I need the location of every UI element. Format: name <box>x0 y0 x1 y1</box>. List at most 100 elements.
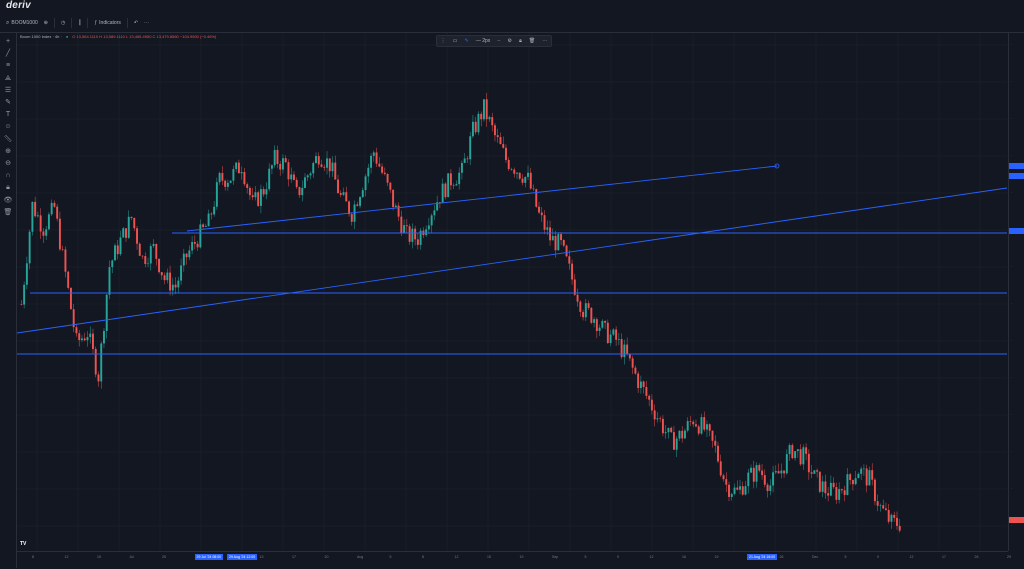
interval-button[interactable]: ◷ <box>61 16 65 30</box>
time-tick: 19 <box>519 555 524 559</box>
candle <box>780 470 783 474</box>
candle <box>766 484 769 492</box>
candle <box>408 226 411 242</box>
fib-icon[interactable]: ≡ <box>3 61 13 71</box>
candle <box>730 493 733 497</box>
trash-icon[interactable]: 🗑︎ <box>529 38 535 44</box>
crosshair-icon[interactable]: + <box>3 37 13 47</box>
candle <box>229 180 232 183</box>
time-axis[interactable]: 8 12 15 Jul 25 29 Jul '24 08:00 29 Aug '24 12:… <box>17 551 1011 569</box>
candle <box>667 427 670 433</box>
candle <box>516 172 518 174</box>
trash-icon[interactable]: 🗑︎ <box>3 208 13 218</box>
candle <box>293 174 295 180</box>
candle <box>136 228 138 244</box>
emoji-icon[interactable]: ☺ <box>3 122 13 132</box>
brush-icon[interactable]: ✎ <box>3 98 13 108</box>
pattern-icon[interactable]: ⟁ <box>3 74 13 84</box>
chart-type-button[interactable]: ┃ <box>78 16 81 30</box>
text-icon[interactable]: T <box>3 110 13 120</box>
candle <box>425 229 428 236</box>
time-tick: 20 <box>324 555 329 559</box>
candle <box>86 337 89 341</box>
zoom-in-icon[interactable]: ⊕ <box>3 147 13 157</box>
symbol-search[interactable]: ⌕ BOOM1000 <box>6 16 38 30</box>
candle <box>810 472 813 474</box>
candle <box>218 172 221 183</box>
forecast-icon[interactable]: ☰ <box>3 86 13 96</box>
more-icon[interactable]: ⋯ <box>542 38 547 44</box>
candle <box>158 258 161 273</box>
price-badge <box>1009 163 1024 169</box>
candle <box>510 169 513 170</box>
candle <box>243 172 246 185</box>
candle <box>301 187 304 196</box>
lock-icon[interactable]: 🔒︎ <box>3 183 13 193</box>
candle <box>681 430 684 439</box>
candle <box>471 121 474 137</box>
candle <box>818 471 821 492</box>
candle <box>860 468 863 474</box>
time-tick: 5 <box>844 555 847 559</box>
candle <box>538 206 540 213</box>
price-chart[interactable] <box>17 33 1007 551</box>
template-icon[interactable]: ▭ <box>453 38 458 44</box>
price-tick: · <box>1011 524 1013 528</box>
candle <box>304 177 306 188</box>
candle <box>185 253 188 258</box>
candle <box>251 195 254 198</box>
candle <box>47 214 50 230</box>
candle <box>259 189 262 206</box>
candle <box>97 374 100 382</box>
pen-icon[interactable]: ✎ <box>465 38 469 44</box>
compare-button[interactable]: ⊕ <box>44 16 48 30</box>
candle <box>163 275 166 281</box>
undo-button[interactable]: ↶ <box>134 16 138 30</box>
candle <box>273 149 276 166</box>
candle <box>171 284 174 291</box>
indicators-button[interactable]: ƒ Indicators <box>94 16 120 30</box>
candle <box>876 501 879 506</box>
candle <box>298 187 301 196</box>
candle <box>785 454 788 474</box>
trendline-icon[interactable]: ╱ <box>3 49 13 59</box>
candle <box>381 166 384 173</box>
candle <box>56 206 59 219</box>
line-style-icon[interactable]: ┄ <box>497 38 500 44</box>
settings-icon[interactable]: ⚙ <box>508 38 512 44</box>
candle <box>31 201 34 232</box>
candle <box>155 243 158 259</box>
time-tick: 12 <box>909 555 914 559</box>
magnet-icon[interactable]: ∩ <box>3 171 13 181</box>
candle <box>180 265 183 281</box>
ruler-icon[interactable]: 📏︎ <box>3 135 13 145</box>
time-tick: 29 Jul '24 08:00 <box>194 554 224 560</box>
candle <box>706 424 708 430</box>
candle <box>268 168 271 190</box>
lock-icon[interactable]: 🔒︎ <box>519 38 522 44</box>
zoom-out-icon[interactable]: ⊖ <box>3 159 13 169</box>
candle <box>494 125 496 136</box>
candle <box>527 172 529 177</box>
app-header: deriv <box>0 0 1024 14</box>
drag-icon[interactable]: ⋮ <box>441 38 446 44</box>
candle <box>865 468 868 486</box>
line-width-button[interactable]: — 2px <box>476 38 490 44</box>
candle <box>50 202 53 215</box>
candle <box>130 216 133 218</box>
candle <box>257 192 260 206</box>
candle <box>111 260 114 268</box>
more-button[interactable]: ⋯ <box>144 16 149 30</box>
candle <box>414 228 417 240</box>
candle <box>829 482 832 496</box>
candle <box>133 217 136 229</box>
candle <box>315 156 317 164</box>
tradingview-logo[interactable]: TV <box>20 541 26 547</box>
eye-icon[interactable]: 👁︎ <box>3 196 13 206</box>
candle <box>587 303 590 308</box>
candle <box>427 225 430 230</box>
candle <box>75 327 78 334</box>
candle <box>221 172 224 181</box>
price-axis[interactable]: ·············· <box>1008 33 1024 551</box>
candle <box>513 169 516 174</box>
